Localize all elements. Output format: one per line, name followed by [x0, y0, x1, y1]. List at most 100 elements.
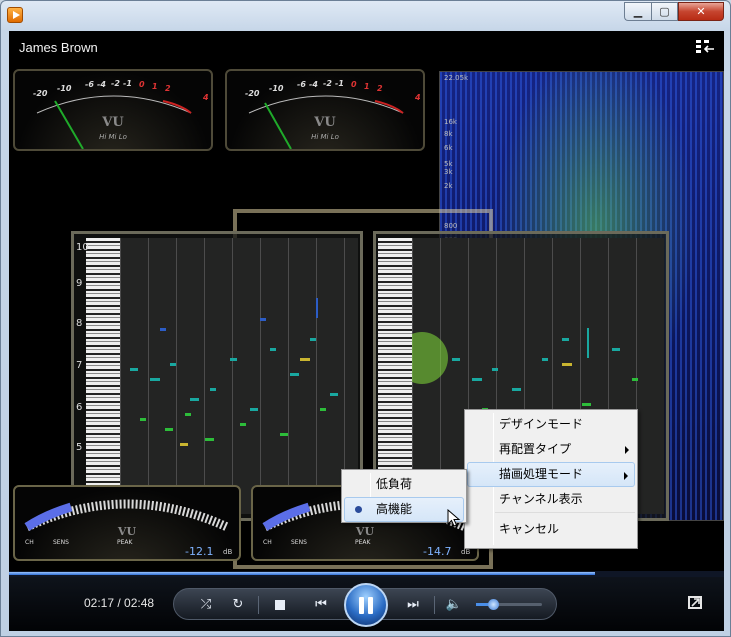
vu-sub-label: Hi Mi Lo [99, 133, 127, 141]
spectro-freq-label: 6k [444, 144, 453, 152]
expand-arrow-icon [691, 598, 700, 607]
ch-label: CH [263, 539, 272, 546]
menu-item-channel-display[interactable]: チャンネル表示 [465, 487, 637, 512]
spectro-freq-label: 5k [444, 160, 453, 168]
vu-scale-label: -6 [297, 80, 306, 89]
piano-roll-left: 10 9 8 7 6 5 4 [71, 231, 363, 521]
menu-item-label: 描画処理モード [499, 467, 584, 481]
pause-button[interactable] [344, 583, 388, 627]
db-readout: -12.1 [185, 545, 214, 558]
transport-bar: ⤮ ↻ ⏮ ⏭ 🔈 [173, 583, 557, 627]
media-player-window: ▁ ▢ ✕ James Brown 22.05k 16k 8k 6k 5k 3k… [0, 0, 731, 637]
close-button[interactable]: ✕ [678, 2, 724, 21]
next-button[interactable]: ⏭ [400, 595, 426, 615]
vu-scale-label: 4 [415, 93, 421, 102]
db-unit: dB [223, 548, 233, 556]
ch-label: CH [25, 539, 34, 546]
vu-scale-label: -6 [85, 80, 94, 89]
menu-item-design-mode[interactable]: デザインモード [465, 412, 637, 437]
mute-button[interactable]: 🔈 [444, 595, 464, 615]
submenu-arrow-icon [624, 472, 628, 480]
pause-icon [368, 597, 373, 614]
volume-knob[interactable] [487, 599, 499, 610]
peak-label: PEAK [117, 539, 133, 546]
track-title: James Brown [19, 40, 98, 55]
vu-scale-label: 4 [203, 93, 209, 102]
octave-label: 8 [76, 318, 83, 329]
vu-label: VU [117, 525, 137, 538]
vu-label: VU [314, 115, 336, 130]
stop-button[interactable] [270, 595, 290, 615]
octave-label: 7 [76, 360, 83, 371]
selected-radio-icon [355, 506, 362, 513]
previous-button[interactable]: ⏮ [308, 595, 334, 615]
vu-scale-label: -20 [245, 89, 260, 98]
submenu-arrow-icon [625, 446, 629, 454]
vu-sub-label: Hi Mi Lo [311, 133, 339, 141]
shuffle-button[interactable]: ⤮ [196, 595, 216, 615]
caption-buttons: ▁ ▢ ✕ [624, 2, 724, 21]
vu-scale-label: -10 [269, 84, 284, 93]
submenu-item-high-function[interactable]: 高機能 [344, 497, 464, 522]
mouse-cursor-icon [447, 509, 461, 527]
piano-roll-notes [130, 298, 338, 446]
spectro-freq-label: 3k [444, 168, 453, 176]
switch-to-library-button[interactable] [688, 596, 702, 609]
title-bar[interactable]: ▁ ▢ ✕ [1, 1, 730, 29]
transport-divider [258, 596, 259, 614]
spectro-freq-label: 8k [444, 130, 453, 138]
vu-scale-label: 2 [377, 84, 383, 93]
menu-item-label: 再配置タイプ [499, 442, 572, 456]
vu-scale-label: -2 [323, 79, 332, 88]
vu-scale-label: 1 [152, 82, 158, 91]
vu-label: VU [355, 525, 375, 538]
volume-slider[interactable] [476, 599, 542, 610]
minimize-button[interactable]: ▁ [624, 2, 651, 21]
menu-item-cancel[interactable]: キャンセル [465, 517, 637, 542]
peak-label: PEAK [355, 539, 371, 546]
time-display: 02:17 / 02:48 [84, 596, 155, 610]
vu-scale-label: -20 [33, 89, 48, 98]
vu-scale-label: -1 [335, 79, 344, 88]
menu-item-label: 低負荷 [376, 477, 413, 491]
maximize-button[interactable]: ▢ [651, 2, 678, 21]
menu-item-label: キャンセル [499, 522, 560, 536]
sens-label: SENS [53, 539, 69, 546]
repeat-button[interactable]: ↻ [228, 595, 248, 615]
player-controls: 02:17 / 02:48 ⤮ ↻ ⏮ ⏭ 🔈 [9, 577, 724, 631]
piano-roll-grid [120, 238, 358, 514]
pause-icon [359, 597, 364, 614]
bottom-vu-left: VU CH SENS PEAK -12.1 dB [13, 485, 241, 561]
menu-item-relayout-type[interactable]: 再配置タイプ [465, 437, 637, 462]
menu-item-label: デザインモード [499, 417, 584, 431]
octave-label: 9 [76, 278, 83, 289]
spectro-freq-label: 16k [444, 118, 457, 126]
menu-item-label: 高機能 [376, 502, 413, 516]
switch-layout-icon[interactable] [696, 40, 714, 54]
seek-progress [9, 572, 596, 575]
piano-keyboard [86, 238, 120, 514]
vu-scale-label: -1 [123, 79, 132, 88]
menu-item-label: チャンネル表示 [499, 492, 583, 506]
submenu-item-low-load[interactable]: 低負荷 [342, 472, 466, 497]
db-unit: dB [461, 548, 471, 556]
vu-scale-label: 2 [165, 84, 171, 93]
vu-scale-label: -2 [111, 79, 120, 88]
vu-label: VU [102, 115, 124, 130]
octave-label: 6 [76, 402, 83, 413]
octave-label: 5 [76, 442, 83, 453]
media-player-app-icon[interactable] [7, 7, 23, 23]
context-menu: デザインモード 再配置タイプ 描画処理モード チャンネル表示 キャンセル [464, 409, 638, 549]
transport-divider [434, 596, 435, 614]
vu-scale-label: -10 [57, 84, 72, 93]
octave-label: 10 [76, 242, 89, 253]
spectro-freq-label: 22.05k [444, 74, 469, 82]
vu-meter-left: -20 -10 -6 -4 -2 -1 0 1 2 4 VU Hi Mi Lo [13, 69, 213, 151]
vu-meter-right: -20 -10 -6 -4 -2 -1 0 1 2 4 VU Hi Mi Lo [225, 69, 425, 151]
vu-scale-label: 0 [139, 80, 145, 89]
vu-scale-label: -4 [309, 80, 318, 89]
vu-scale-label: 0 [351, 80, 357, 89]
vu-scale-label: -4 [97, 80, 106, 89]
sens-label: SENS [291, 539, 307, 546]
menu-item-render-mode[interactable]: 描画処理モード [467, 462, 635, 487]
